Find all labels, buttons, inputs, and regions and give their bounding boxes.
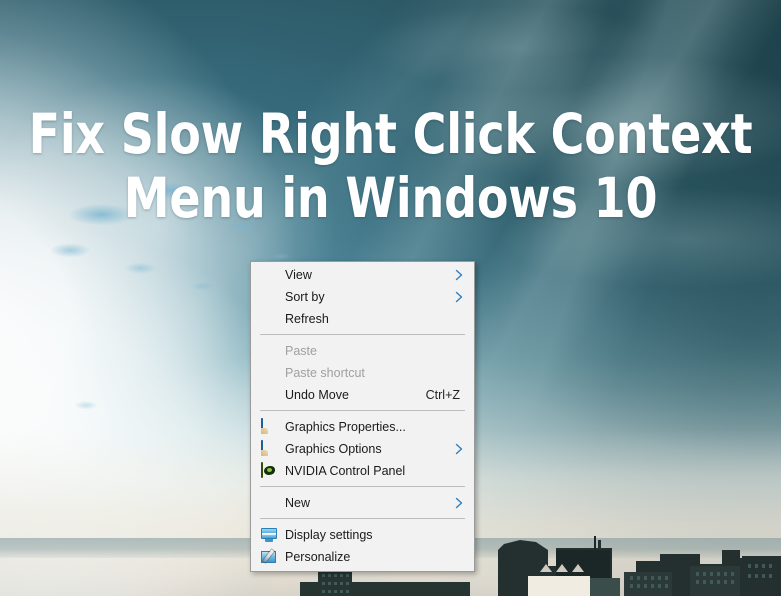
desktop-context-menu[interactable]: View Sort by Refresh Paste Paste shortcu… [250,261,475,572]
menu-separator [260,486,465,488]
graphics-options-icon [261,440,277,457]
menu-item-display-settings[interactable]: Display settings [251,524,474,546]
menu-item-view[interactable]: View [251,264,474,286]
graphics-properties-icon [261,418,277,435]
chevron-right-icon [455,443,463,455]
menu-separator [260,518,465,520]
menu-item-label: Sort by [285,290,325,304]
menu-item-label: Display settings [285,528,373,542]
menu-item-label: Personalize [285,550,351,564]
display-settings-icon [261,527,277,543]
menu-separator [260,410,465,412]
menu-item-label: New [285,496,311,510]
menu-item-graphics-options[interactable]: Graphics Options [251,438,474,460]
menu-item-label: Refresh [285,312,329,326]
menu-item-sort-by[interactable]: Sort by [251,286,474,308]
page-title: Fix Slow Right Click Context Menu in Win… [28,102,753,230]
menu-item-undo-move[interactable]: Undo Move Ctrl+Z [251,384,474,406]
chevron-right-icon [455,497,463,509]
desktop-screenshot: Fix Slow Right Click Context Menu in Win… [0,0,781,596]
menu-item-graphics-properties[interactable]: Graphics Properties... [251,416,474,438]
menu-item-new[interactable]: New [251,492,474,514]
personalize-icon [261,549,277,565]
chevron-right-icon [455,269,463,281]
menu-item-label: View [285,268,312,282]
menu-item-paste-shortcut: Paste shortcut [251,362,474,384]
menu-item-nvidia-control-panel[interactable]: NVIDIA Control Panel [251,460,474,482]
menu-item-label: Graphics Properties... [285,420,406,434]
menu-item-label: NVIDIA Control Panel [285,464,406,478]
menu-item-personalize[interactable]: Personalize [251,546,474,568]
menu-item-label: Paste [285,344,317,358]
menu-item-label: Paste shortcut [285,366,365,380]
menu-item-accelerator: Ctrl+Z [425,388,460,402]
menu-item-paste: Paste [251,340,474,362]
menu-item-label: Undo Move [285,388,349,402]
nvidia-control-panel-icon [261,462,277,479]
menu-separator [260,334,465,336]
menu-item-refresh[interactable]: Refresh [251,308,474,330]
menu-item-label: Graphics Options [285,442,382,456]
chevron-right-icon [455,291,463,303]
